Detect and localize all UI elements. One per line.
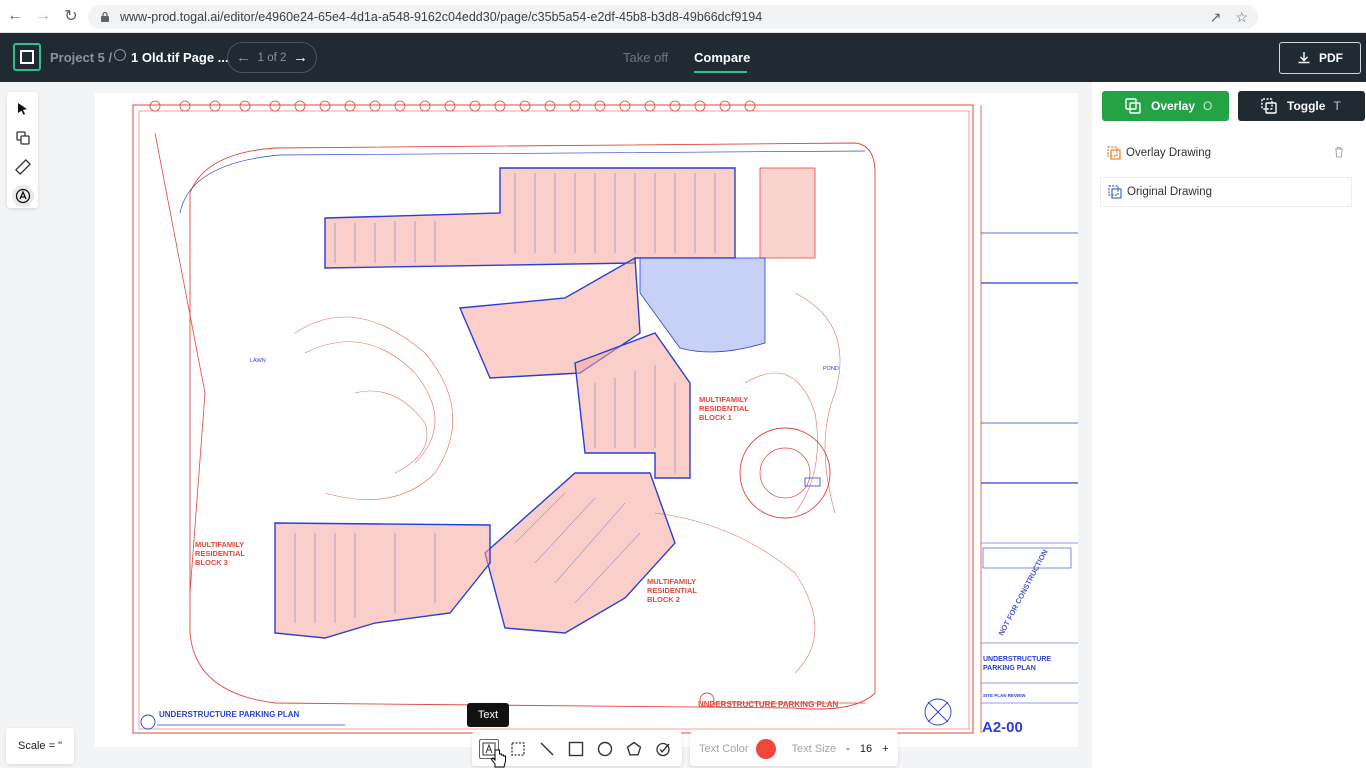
text-color-label: Text Color [699,743,749,755]
back-icon[interactable]: ← [2,3,28,29]
block-1-label: MULTIFAMILY RESIDENTIAL BLOCK 1 [699,395,750,422]
polygon-tool-icon[interactable] [624,739,644,759]
overlay-label: Overlay [1151,99,1196,113]
toggle-icon [1261,98,1277,114]
forward-icon[interactable]: → [30,3,56,29]
sheet-number: A2-00 [982,719,1023,736]
sheet-subtitle: SITE PLAN REVIEW [983,693,1026,698]
overlay-shortcut: O [1203,99,1213,113]
sheet-title: UNDERSTRUCTURE PARKING PLAN [983,656,1052,672]
check-circle-icon [114,49,126,61]
block-3-label: MULTIFAMILY RESIDENTIAL BLOCK 3 [195,540,246,567]
plan-title-left: UNDERSTRUCTURE PARKING PLAN [159,710,300,719]
area-select-icon[interactable] [508,739,528,759]
original-layer-icon [1108,185,1122,199]
active-tab-indicator [694,71,747,73]
toggle-button[interactable]: Toggle T [1238,91,1365,121]
circle-tool-icon[interactable] [595,739,615,759]
prev-page-icon[interactable]: ← [236,49,251,66]
layer-name: Original Drawing [1127,186,1213,198]
share-icon[interactable]: ↗ [1210,9,1222,26]
line-tool-icon[interactable] [537,739,557,759]
compare-panel: Overlay O Toggle T Overlay Drawing Origi… [1092,82,1366,768]
next-page-icon[interactable]: → [293,49,308,66]
toggle-shortcut: T [1333,99,1341,113]
text-options-bar: Text Color Text Size - 16 + [690,732,898,766]
bookmark-star-icon[interactable]: ☆ [1235,9,1248,26]
toggle-label: Toggle [1287,99,1326,113]
decrease-size-button[interactable]: - [846,743,850,755]
annotate-icon[interactable] [11,185,34,207]
check-mark-tool-icon[interactable] [653,739,673,759]
plan-title-right: UNDERSTRUCTURE PARKING PLAN [698,700,839,709]
scale-indicator[interactable]: Scale = " [6,728,74,764]
text-size-stepper: - 16 + [846,743,888,755]
trash-icon[interactable] [1334,146,1344,158]
increase-size-button[interactable]: + [882,743,888,755]
togal-logo-icon[interactable] [13,43,41,71]
ruler-icon[interactable] [12,156,34,178]
overlay-button[interactable]: Overlay O [1102,91,1229,121]
layer-name: Overlay Drawing [1126,147,1211,159]
tab-takeoff[interactable]: Take off [623,50,668,65]
rectangle-tool-icon[interactable] [566,739,586,759]
overlay-layer-icon [1107,146,1121,160]
pond-label: POND [823,366,839,372]
text-size-value[interactable]: 16 [860,743,872,755]
pdf-download-button[interactable]: PDF [1279,42,1361,74]
select-pointer-icon[interactable] [12,98,34,120]
overlay-icon [1125,98,1141,114]
breadcrumb-project[interactable]: Project 5 / [50,50,112,65]
drawing-canvas[interactable]: MULTIFAMILY RESIDENTIAL BLOCK 1 MULTIFAMIL… [95,93,1078,747]
tab-compare[interactable]: Compare [694,50,750,65]
site-plan-drawing [132,100,1078,734]
lock-icon [98,11,112,23]
layer-original-drawing[interactable]: Original Drawing [1100,177,1352,207]
pdf-label: PDF [1319,51,1343,65]
layer-overlay-drawing[interactable]: Overlay Drawing [1100,138,1352,168]
text-size-label: Text Size [791,743,837,755]
reload-icon[interactable]: ↻ [58,3,84,29]
page-pager: ← 1 of 2 → [227,42,317,73]
app-header: Project 5 / 1 Old.tif Page ... ← 1 of 2 … [0,33,1366,82]
tool-tooltip: Text [467,703,509,727]
download-icon [1298,52,1310,64]
browser-toolbar: ← → ↻ www-prod.togal.ai/editor/e4960e24-… [0,0,1366,33]
lawn-label: LAWN [250,358,266,364]
breadcrumb-file[interactable]: 1 Old.tif Page ... [131,50,229,65]
hand-cursor-icon [490,749,506,768]
text-color-swatch[interactable] [755,739,776,759]
url-text: www-prod.togal.ai/editor/e4960e24-65e4-4… [120,10,763,24]
copy-layers-icon[interactable] [12,127,34,149]
page-indicator: 1 of 2 [257,51,287,64]
left-toolbar [7,92,38,208]
address-bar[interactable]: www-prod.togal.ai/editor/e4960e24-65e4-4… [88,5,1258,29]
block-2-label: MULTIFAMILY RESIDENTIAL BLOCK 2 [647,577,698,604]
